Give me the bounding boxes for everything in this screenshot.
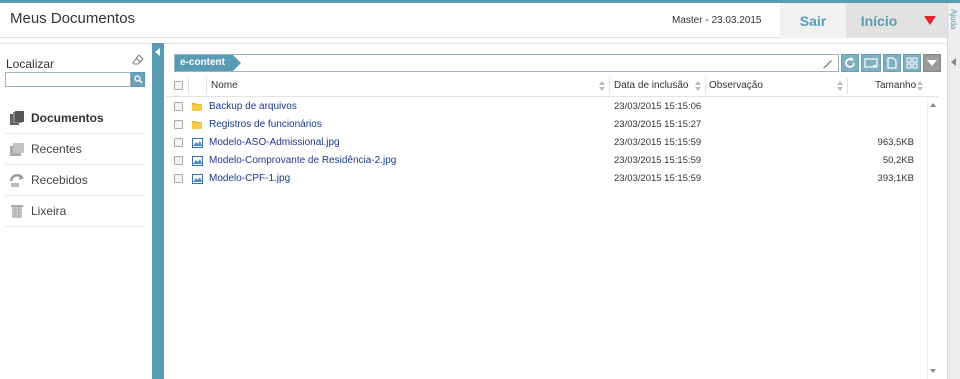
file-name-link[interactable]: Modelo-ASO-Admissional.jpg [209,134,340,152]
menu-button[interactable] [912,3,947,38]
documents-icon [9,110,25,126]
new-file-button[interactable] [883,54,901,72]
image-file-icon [192,174,203,184]
sidebar-item-label: Recebidos [31,173,88,187]
refresh-icon [845,57,855,68]
sort-icon[interactable] [917,81,923,91]
search-label: Localizar [6,57,55,71]
new-file-icon [887,57,897,69]
page-title: Meus Documentos [10,10,136,27]
scroll-down-icon[interactable] [930,369,936,373]
row-checkbox[interactable] [174,138,183,147]
help-label: Ajuda [949,9,958,30]
image-file-icon [192,138,203,148]
grid-header: Nome Data de inclusão Observação Tamanho [166,75,938,97]
upload-icon [864,58,878,68]
file-grid: Nome Data de inclusão Observação Tamanho… [166,75,938,379]
chevron-down-icon [927,60,937,66]
table-row[interactable]: Modelo-ASO-Admissional.jpg 23/03/2015 15:… [166,134,926,152]
search-icon [133,75,142,84]
table-row[interactable]: Modelo-Comprovante de Residência-2.jpg 23… [166,152,926,170]
scroll-up-icon[interactable] [930,103,936,107]
header: Meus Documentos Master - 23.03.2015 Sair… [0,3,947,38]
image-file-icon [192,156,203,166]
column-header-name[interactable]: Nome [211,75,238,97]
row-checkbox[interactable] [174,102,183,111]
sort-icon[interactable] [837,81,843,91]
trash-icon [9,203,25,219]
nav-list: Documentos Recentes Recebidos Lixeira [5,103,145,227]
main-panel: e-content Nome Data de inclusão Observaç… [164,43,947,379]
file-size: 963,5KB [877,137,914,148]
search-button[interactable] [131,72,145,87]
user-info: Master - 23.03.2015 [672,15,762,26]
pencil-icon[interactable] [822,57,834,72]
sidebar-item-label: Documentos [31,111,104,125]
breadcrumb[interactable]: e-content [175,55,241,71]
help-panel-toggle[interactable]: Ajuda [947,3,960,379]
table-row[interactable]: Backup de arquivos 23/03/2015 15:15:06 [166,98,926,116]
column-header-date[interactable]: Data de inclusão [614,75,689,97]
sort-icon[interactable] [599,81,605,91]
sidebar-item-recebidos[interactable]: Recebidos [5,165,145,196]
file-date: 23/03/2015 15:15:27 [614,119,702,130]
home-button[interactable]: Início [846,3,912,38]
upload-button[interactable] [861,54,881,72]
triangle-down-icon [923,16,936,25]
file-date: 23/03/2015 15:15:59 [614,155,702,166]
sidebar-item-label: Recentes [31,142,82,156]
file-name-link[interactable]: Modelo-Comprovante de Residência-2.jpg [209,152,396,170]
sidebar-item-label: Lixeira [31,204,67,218]
row-checkbox[interactable] [174,174,183,183]
folder-icon [192,120,203,130]
file-size: 50,2KB [882,155,914,166]
expand-left-icon [951,58,956,66]
sidebar-item-documentos[interactable]: Documentos [5,103,145,134]
folder-icon [192,102,203,112]
vertical-scrollbar[interactable] [927,98,938,379]
select-all-checkbox[interactable] [174,81,183,90]
refresh-button[interactable] [841,54,859,72]
sort-icon[interactable] [695,81,701,91]
received-icon [9,172,25,188]
column-header-note[interactable]: Observação [709,75,763,97]
grid-body: Backup de arquivos 23/03/2015 15:15:06 Reg… [166,98,926,188]
path-bar: e-content [174,54,839,72]
collapse-left-icon [155,48,160,56]
file-date: 23/03/2015 15:15:06 [614,101,702,112]
column-header-size[interactable]: Tamanho [875,75,916,97]
file-date: 23/03/2015 15:15:59 [614,173,702,184]
sidebar-item-lixeira[interactable]: Lixeira [5,196,145,227]
row-checkbox[interactable] [174,156,183,165]
table-row[interactable]: Registros de funcionários 23/03/2015 15:1… [166,116,926,134]
grid-view-button[interactable] [903,54,921,72]
search-input[interactable] [5,72,131,87]
file-name-link[interactable]: Modelo-CPF-1.jpg [209,170,290,188]
eraser-icon[interactable] [132,54,144,66]
grid-view-icon [906,57,918,69]
file-size: 393,1KB [877,173,914,184]
recent-icon [9,141,25,157]
sidebar-item-recentes[interactable]: Recentes [5,134,145,165]
row-checkbox[interactable] [174,120,183,129]
table-row[interactable]: Modelo-CPF-1.jpg 23/03/2015 15:15:59 393,1… [166,170,926,188]
file-name-link[interactable]: Backup de arquivos [209,98,297,116]
file-date: 23/03/2015 15:15:59 [614,137,702,148]
sidebar: Localizar Documentos Recentes Recebidos [0,43,152,379]
more-options-button[interactable] [923,54,941,72]
sidebar-splitter[interactable] [152,43,164,379]
file-name-link[interactable]: Registros de funcionários [209,116,322,134]
logout-button[interactable]: Sair [780,3,846,38]
